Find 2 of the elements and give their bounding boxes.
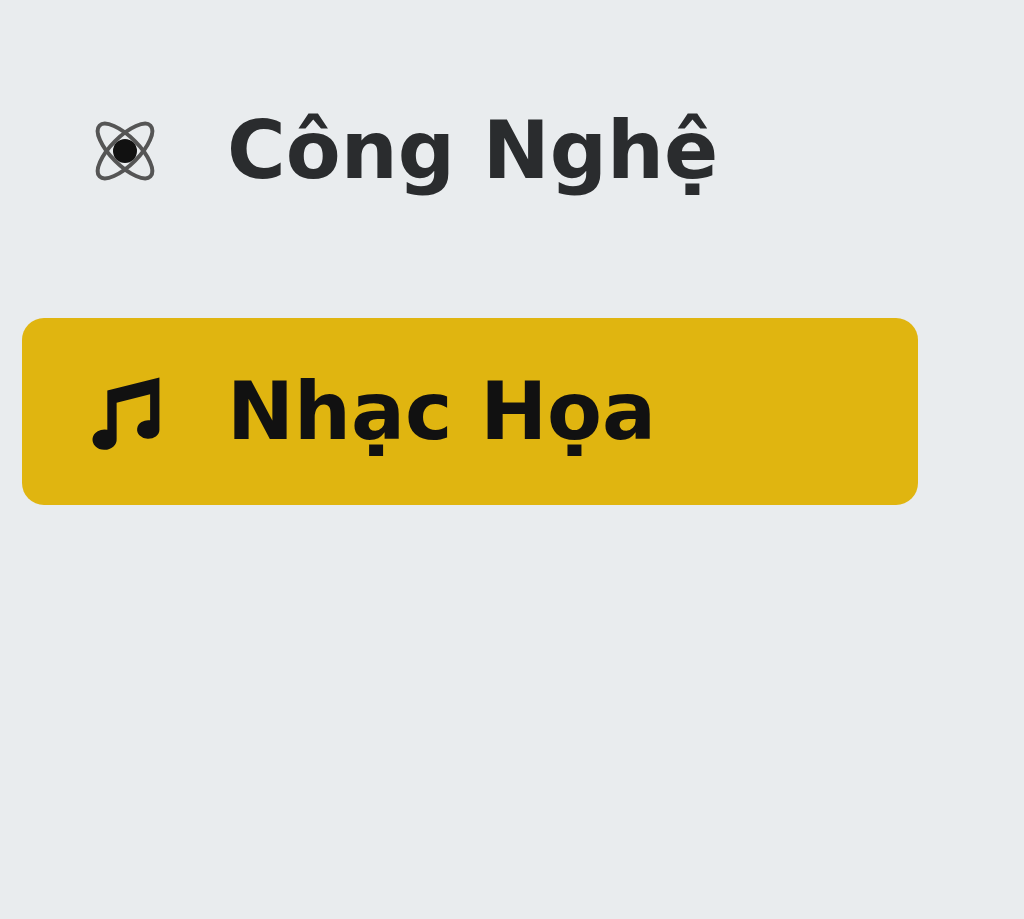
sidebar-item[interactable]: Nhạc Họa [22,318,918,505]
sidebar-item[interactable]: Công Nghệ [22,57,918,244]
